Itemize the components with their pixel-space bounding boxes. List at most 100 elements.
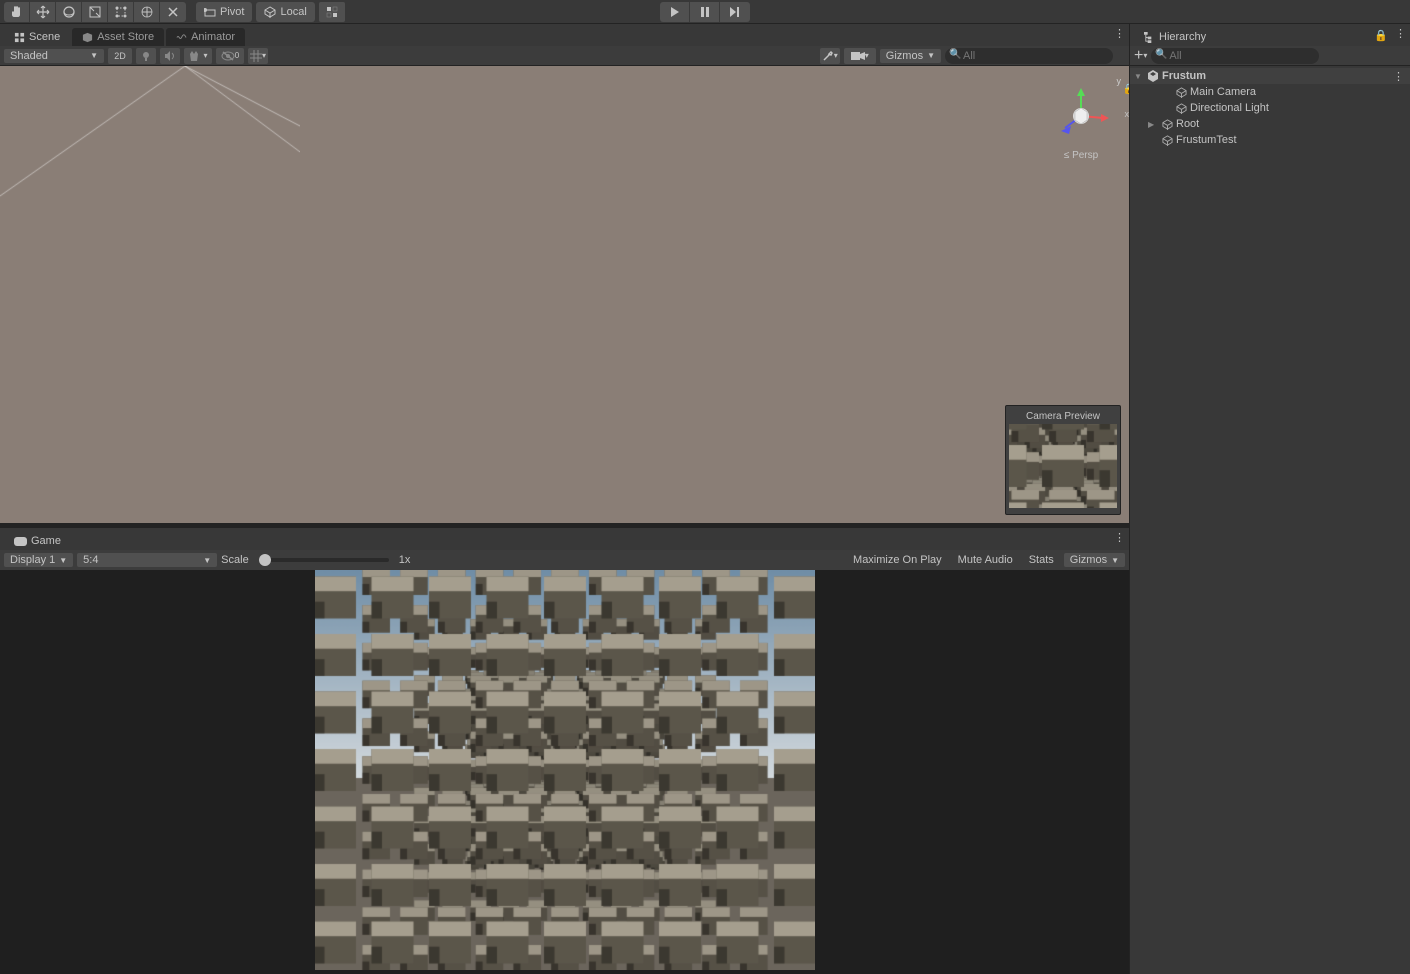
game-tab-label: Game bbox=[31, 535, 61, 547]
play-controls bbox=[660, 2, 750, 22]
maximize-toggle[interactable]: Maximize On Play bbox=[847, 552, 948, 568]
search-icon: 🔍 bbox=[1155, 49, 1167, 60]
local-button[interactable]: Local bbox=[256, 2, 314, 22]
grid-toggle[interactable]: ▾ bbox=[248, 48, 268, 64]
tabs-menu-icon[interactable]: ⋮ bbox=[1114, 27, 1125, 40]
gameobject-icon bbox=[1174, 87, 1188, 98]
mute-toggle[interactable]: Mute Audio bbox=[952, 552, 1019, 568]
tools-dropdown[interactable]: ▾ bbox=[820, 48, 840, 64]
orientation-gizmo[interactable]: y x 🔒 ≤ Persp bbox=[1041, 76, 1121, 176]
game-gizmos-dropdown[interactable]: Gizmos▼ bbox=[1064, 553, 1125, 567]
scene-view[interactable]: y x 🔒 ≤ Persp Camera Preview bbox=[0, 66, 1129, 523]
hand-tool[interactable] bbox=[4, 2, 30, 22]
hand-icon bbox=[10, 5, 24, 19]
lighting-toggle[interactable] bbox=[136, 48, 156, 64]
snap-icon bbox=[325, 5, 339, 19]
camera-icon bbox=[851, 51, 865, 61]
hierarchy-tab-label: Hierarchy bbox=[1159, 31, 1206, 43]
create-button[interactable]: +▾ bbox=[1134, 51, 1147, 61]
hierarchy-menu-icon[interactable]: ⋮ bbox=[1395, 27, 1406, 40]
step-button[interactable] bbox=[720, 2, 750, 22]
transform-tools bbox=[4, 2, 186, 22]
wrench-icon bbox=[822, 50, 834, 62]
scale-tool[interactable] bbox=[82, 2, 108, 22]
mode-2d-toggle[interactable]: 2D bbox=[108, 48, 132, 64]
camera-dropdown[interactable]: ▾ bbox=[844, 48, 876, 64]
scale-value: 1x bbox=[399, 554, 411, 566]
aspect-dropdown[interactable]: 5:4 ▼ bbox=[77, 553, 217, 567]
mode-2d-label: 2D bbox=[114, 51, 126, 61]
display-dropdown[interactable]: Display 1▼ bbox=[4, 553, 73, 567]
main-toolbar: Pivot Local bbox=[0, 0, 1410, 24]
chevron-down-icon: ▾ bbox=[262, 51, 266, 60]
hierarchy-item[interactable]: Directional Light bbox=[1130, 100, 1410, 116]
hierarchy-tree: ▼ Frustum ⋮ Main CameraDirectional Light… bbox=[1130, 66, 1410, 974]
gameobject-icon bbox=[1160, 135, 1174, 146]
lock-panel-icon[interactable]: 🔒 bbox=[1374, 29, 1388, 42]
rotate-tool[interactable] bbox=[56, 2, 82, 22]
hierarchy-item[interactable]: Main Camera bbox=[1130, 84, 1410, 100]
animator-tab-label: Animator bbox=[191, 31, 235, 43]
tab-hierarchy[interactable]: Hierarchy bbox=[1134, 28, 1408, 46]
snap-button[interactable] bbox=[319, 2, 345, 22]
scene-icon bbox=[14, 32, 25, 43]
game-canvas bbox=[315, 570, 815, 970]
lock-icon[interactable]: 🔒 bbox=[1123, 84, 1129, 95]
expand-toggle[interactable]: ▶ bbox=[1148, 120, 1160, 129]
chevron-down-icon: ▼ bbox=[203, 556, 211, 565]
shading-label: Shaded bbox=[10, 50, 48, 62]
audio-toggle[interactable] bbox=[160, 48, 180, 64]
projection-label[interactable]: ≤ Persp bbox=[1064, 150, 1098, 161]
hierarchy-icon bbox=[1144, 32, 1155, 43]
tab-scene[interactable]: Scene bbox=[4, 28, 70, 46]
slider-thumb[interactable] bbox=[259, 554, 271, 566]
scene-toolbar: Shaded▼ 2D ▾ 0 ▾ ▾ ▾ Gizmos▼ 🔍 bbox=[0, 46, 1129, 66]
game-view[interactable] bbox=[0, 570, 1129, 974]
transform-tool[interactable] bbox=[134, 2, 160, 22]
hierarchy-item[interactable]: ▶Root bbox=[1130, 116, 1410, 132]
aspect-label: 5:4 bbox=[83, 554, 98, 566]
fx-icon bbox=[188, 50, 202, 62]
stats-toggle[interactable]: Stats bbox=[1023, 552, 1060, 568]
fx-toggle[interactable]: ▾ bbox=[184, 48, 212, 64]
gizmos-dropdown[interactable]: Gizmos▼ bbox=[880, 49, 941, 63]
move-tool[interactable] bbox=[30, 2, 56, 22]
game-toolbar: Display 1▼ 5:4▼ Scale 1x Maximize On Pla… bbox=[0, 550, 1129, 570]
scene-search-input[interactable] bbox=[945, 48, 1113, 64]
hierarchy-item[interactable]: FrustumTest bbox=[1130, 132, 1410, 148]
scene-canvas bbox=[0, 66, 300, 216]
tab-assetstore[interactable]: Asset Store bbox=[72, 28, 164, 46]
tab-animator[interactable]: Animator bbox=[166, 28, 245, 46]
hierarchy-toolbar: +▾ 🔍 bbox=[1130, 46, 1410, 66]
scene-name: Frustum bbox=[1160, 70, 1206, 82]
game-gizmos-label: Gizmos bbox=[1070, 554, 1107, 566]
game-tabs-menu-icon[interactable]: ⋮ bbox=[1114, 531, 1125, 544]
scene-menu-icon[interactable]: ⋮ bbox=[1393, 70, 1404, 83]
tools-icon bbox=[166, 5, 180, 19]
tab-game[interactable]: Game bbox=[4, 532, 71, 550]
pivot-button[interactable]: Pivot bbox=[196, 2, 252, 22]
local-label: Local bbox=[280, 6, 306, 18]
hierarchy-search-input[interactable] bbox=[1151, 48, 1319, 64]
scene-root-row[interactable]: ▼ Frustum ⋮ bbox=[1130, 68, 1410, 84]
plus-icon: + bbox=[1134, 51, 1143, 61]
assetstore-tab-label: Asset Store bbox=[97, 31, 154, 43]
visibility-toggle[interactable]: 0 bbox=[216, 48, 244, 64]
chevron-down-icon: ▾ bbox=[865, 51, 869, 60]
gizmos-label: Gizmos bbox=[886, 50, 923, 62]
game-icon bbox=[14, 537, 27, 546]
unity-logo-icon bbox=[1146, 70, 1160, 82]
rotate-icon bbox=[62, 5, 76, 19]
custom-tool[interactable] bbox=[160, 2, 186, 22]
rect-tool[interactable] bbox=[108, 2, 134, 22]
pause-icon bbox=[700, 7, 710, 17]
expand-toggle[interactable]: ▼ bbox=[1134, 72, 1146, 81]
pause-button[interactable] bbox=[690, 2, 720, 22]
play-button[interactable] bbox=[660, 2, 690, 22]
unified-icon bbox=[140, 5, 154, 19]
pivot-icon bbox=[204, 6, 216, 18]
scale-slider[interactable] bbox=[259, 558, 389, 562]
hierarchy-panel: Hierarchy 🔒 ⋮ +▾ 🔍 ▼ Frustum ⋮ Main Came… bbox=[1130, 24, 1410, 974]
item-label: FrustumTest bbox=[1174, 134, 1237, 146]
shading-dropdown[interactable]: Shaded▼ bbox=[4, 49, 104, 63]
